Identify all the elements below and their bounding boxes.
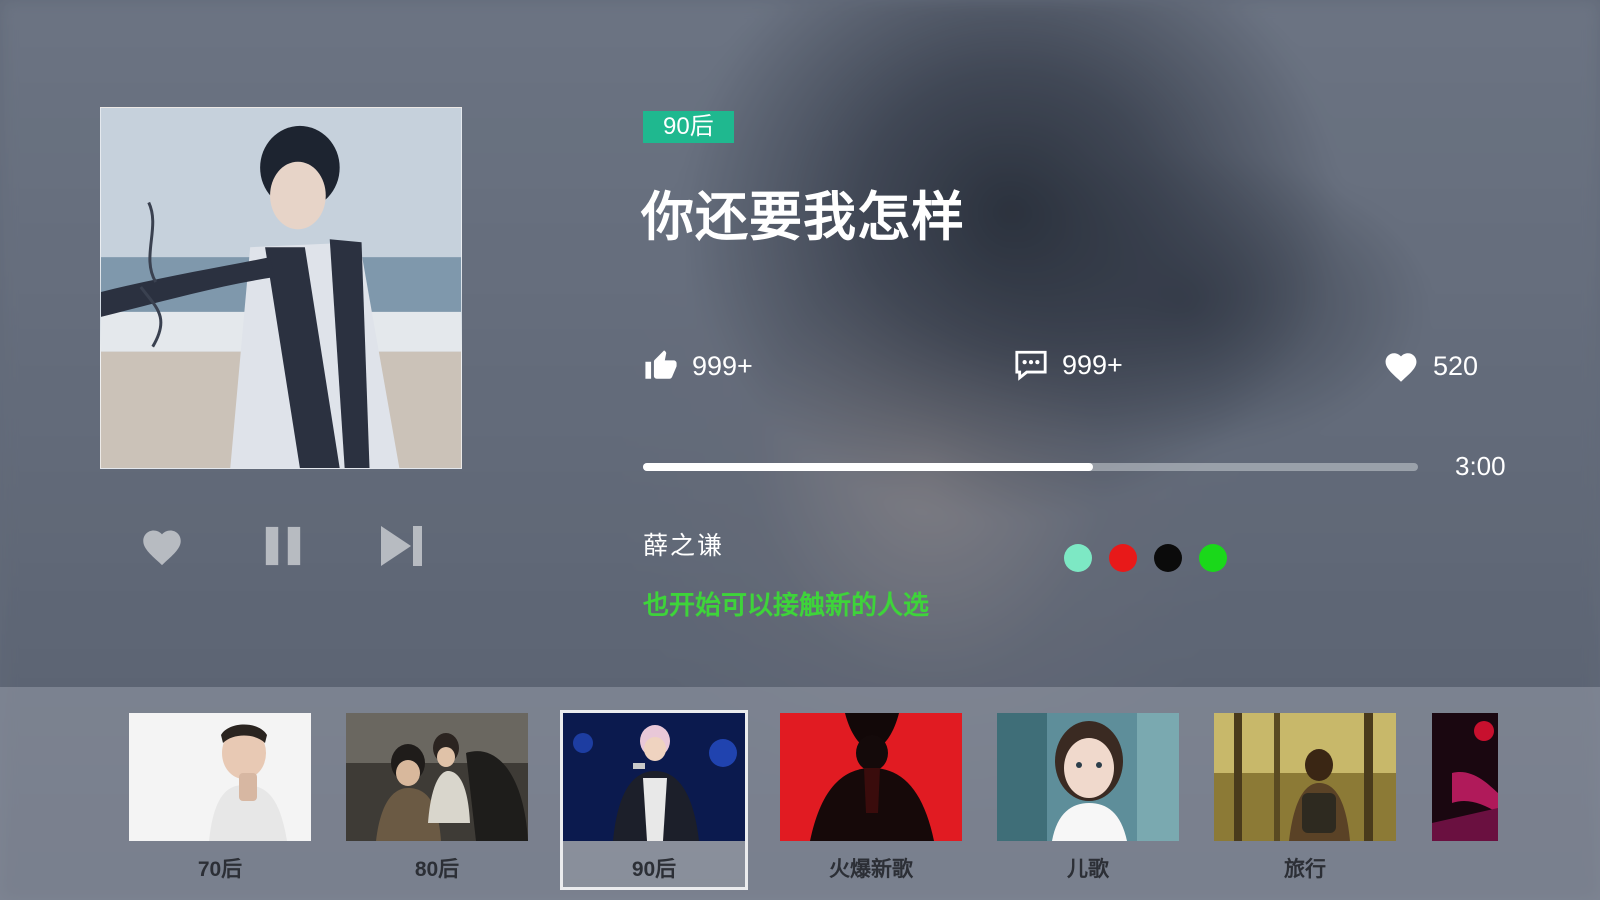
category-label: 儿歌 [1067,858,1109,881]
category-label: 70后 [197,858,243,881]
comment-count: 999+ [1062,349,1123,380]
category-label: 90后 [631,858,677,881]
heart-icon [143,530,181,566]
current-lyric: 也开始可以接触新的人选 [643,590,930,620]
category-thumbnail [1214,713,1396,841]
color-option-3[interactable] [1154,544,1182,572]
category-thumbnail [997,713,1179,841]
category-thumbnail [780,713,962,841]
skip-next-icon [381,526,422,566]
like-count: 999+ [692,350,753,381]
comment-icon [1015,350,1047,381]
category-partial-next[interactable] [1432,713,1498,841]
category-label: 80后 [414,858,460,881]
favorite-button[interactable] [136,520,188,572]
category-thumbnail [563,713,745,841]
like-stat[interactable]: 999+ [644,349,753,383]
category-hot-new-songs[interactable]: 火爆新歌 [780,713,962,883]
category-thumbnail [129,713,311,841]
favorite-stat[interactable]: 520 [1383,349,1478,383]
pause-button[interactable] [257,520,309,572]
category-label: 旅行 [1284,858,1326,881]
category-label: 火爆新歌 [829,858,913,881]
category-90s[interactable]: 90后 [560,710,748,890]
category-thumbnail [346,713,528,841]
category-80s[interactable]: 80后 [346,713,528,883]
song-title: 你还要我怎样 [641,188,965,247]
color-option-1[interactable] [1064,544,1092,572]
category-travel[interactable]: 旅行 [1214,713,1396,883]
thumbs-up-icon [645,350,677,379]
favorite-count: 520 [1433,350,1479,381]
theme-color-picker [1064,544,1227,572]
category-kids-songs[interactable]: 儿歌 [997,713,1179,883]
category-badge: 90后 [643,111,734,143]
next-track-button[interactable] [376,520,428,572]
color-option-4[interactable] [1199,544,1227,572]
comment-stat[interactable]: 999+ [1014,349,1123,381]
progress-bar[interactable] [643,463,1418,471]
progress-fill [643,463,1093,471]
duration: 3:00 [1455,451,1506,481]
category-70s[interactable]: 70后 [129,713,311,883]
pause-icon [265,526,301,566]
heart-icon [1385,353,1417,382]
artist-name: 薛之谦 [643,531,725,560]
album-cover [100,107,462,469]
color-option-2[interactable] [1109,544,1137,572]
